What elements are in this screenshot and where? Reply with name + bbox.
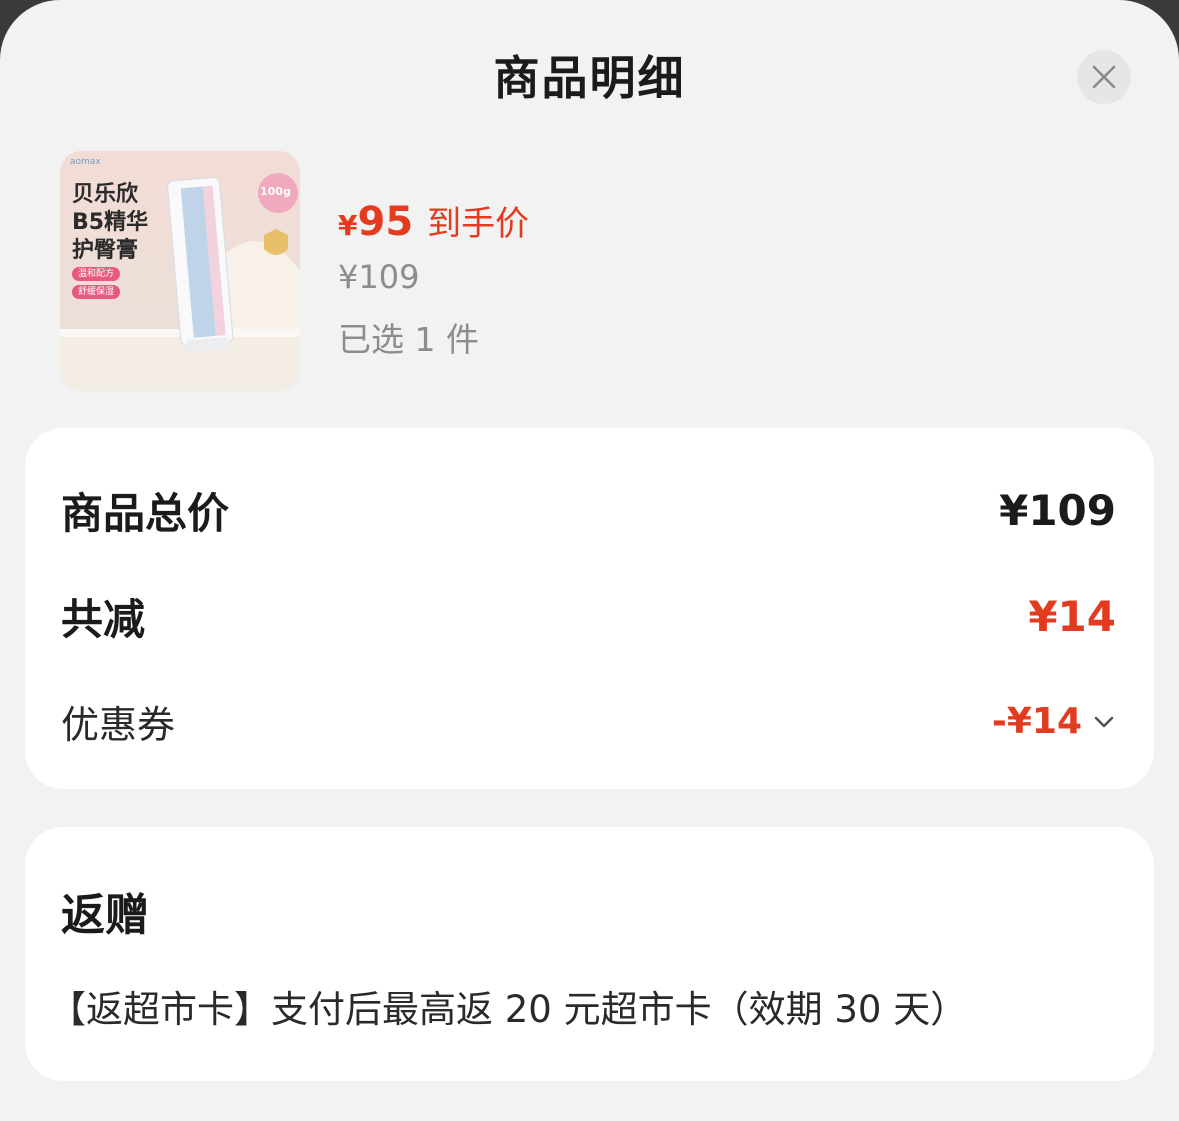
total-price-row: 商品总价 ¥109	[61, 480, 1116, 541]
coupon-label: 优惠券	[61, 703, 176, 747]
product-image[interactable]: aomax 贝乐欣 B5精华 护臀膏 温和配方 舒缓保湿 100g	[60, 151, 300, 391]
coupon-toggle[interactable]: -¥14	[992, 701, 1116, 742]
original-price: ¥109	[338, 258, 420, 296]
final-price: ¥ 95 到手价	[338, 196, 529, 245]
thumb-chip-2: 舒缓保湿	[72, 285, 121, 299]
thumb-chip-1: 温和配方	[72, 267, 121, 281]
chevron-down-icon[interactable]	[1092, 714, 1116, 730]
discount-label: 共减	[61, 595, 146, 644]
discount-value: ¥14	[1028, 592, 1116, 641]
price-symbol: ¥	[338, 209, 358, 242]
sheet-title: 商品明细	[493, 51, 686, 105]
thumb-badge: 100g	[260, 185, 291, 198]
product-detail-sheet: 商品明细 aomax 贝乐欣 B5精华 护臀膏 温和配方 舒缓保湿 100g ¥…	[0, 0, 1179, 1121]
gift-title: 返赠	[61, 890, 149, 941]
gift-card: 返赠 【返超市卡】支付后最高返 20 元超市卡（效期 30 天）	[25, 827, 1154, 1081]
thumb-product-name: 贝乐欣 B5精华 护臀膏	[72, 182, 149, 263]
total-price-value: ¥109	[999, 486, 1116, 535]
gift-description: 【返超市卡】支付后最高返 20 元超市卡（效期 30 天）	[49, 988, 968, 1031]
thumb-brand: aomax	[70, 157, 101, 167]
total-price-label: 商品总价	[61, 489, 230, 538]
discount-row: 共减 ¥14	[61, 586, 1116, 647]
price-value: 95	[357, 199, 414, 245]
price-tag: 到手价	[427, 204, 530, 244]
coupon-value: -¥14	[991, 701, 1082, 742]
coupon-row[interactable]: 优惠券 -¥14	[61, 694, 1116, 749]
selected-count: 已选 1 件	[338, 320, 479, 359]
close-button[interactable]	[1077, 50, 1131, 104]
price-summary-card: 商品总价 ¥109 共减 ¥14 优惠券 -¥14	[25, 428, 1154, 789]
close-icon	[1092, 65, 1116, 89]
